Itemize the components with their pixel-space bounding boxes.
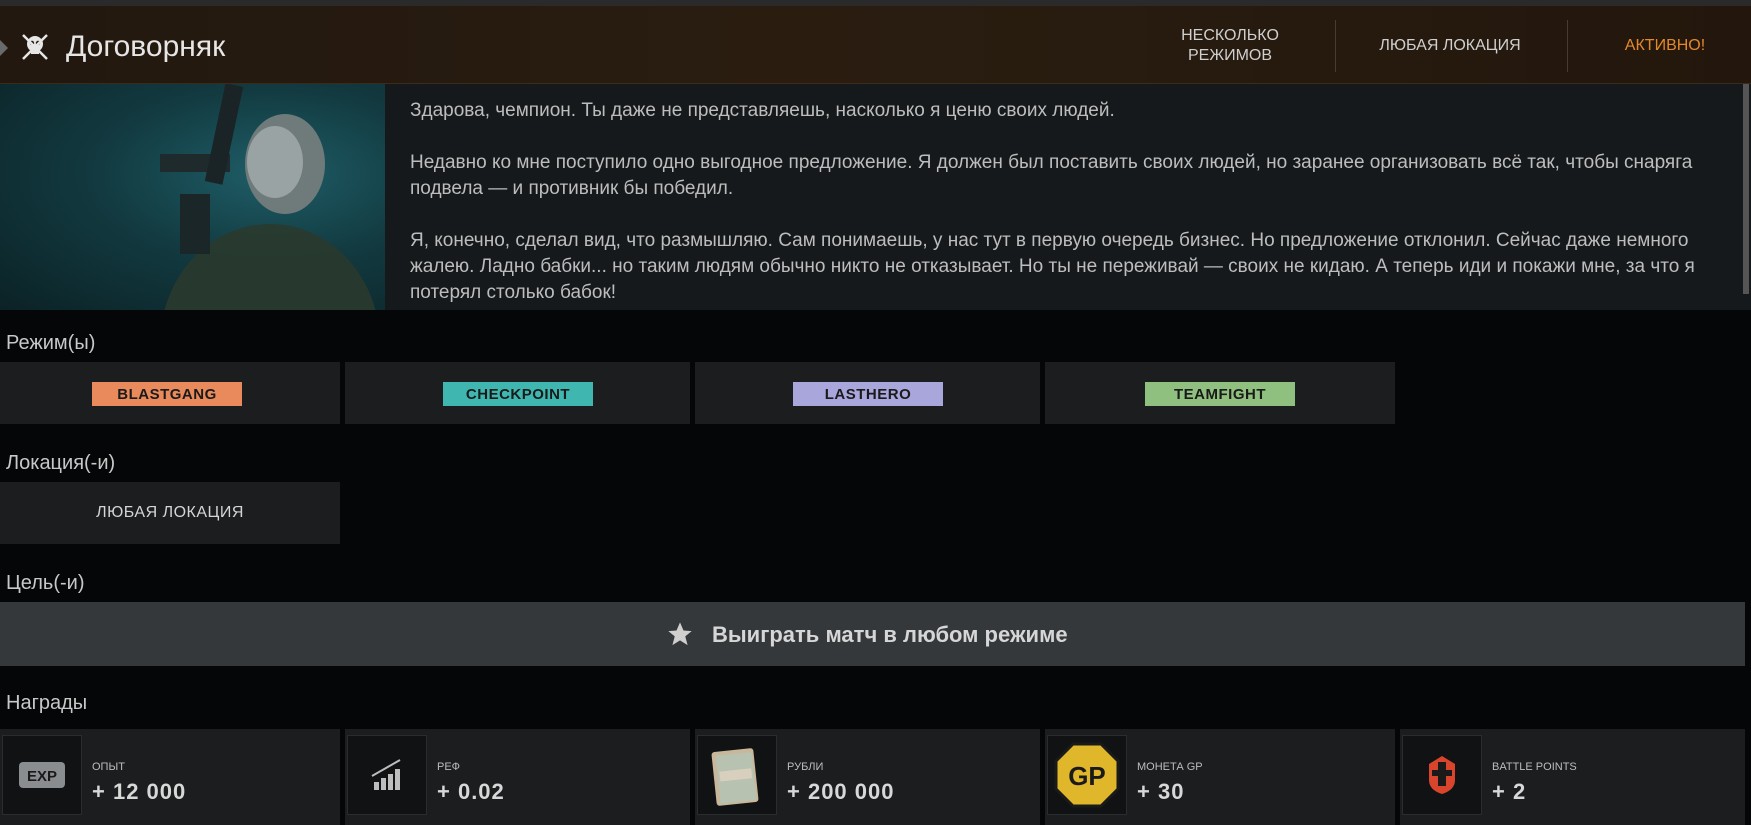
goal-label: Цель(-и) [6,572,85,594]
reward-value: + 2 [1492,779,1527,804]
contract-title: Договорняк [66,30,226,63]
reward-item: EXP ОПЫТ + 12 000 [0,729,340,825]
header-status: АКТИВНО! [1624,37,1706,54]
description-paragraph: Я, конечно, сделал вид, что размышляю. С… [410,230,1695,303]
battle-points-icon [1402,735,1482,815]
reward-value: + 30 [1137,779,1185,804]
goal-text: Выиграть матч в любом режиме [712,622,1068,647]
reward-item: BATTLE POINTS + 2 [1400,729,1745,825]
contract-character-image [0,84,385,310]
reward-item: GP МОНЕТА GP + 30 [1045,729,1395,825]
reward-value: + 12 000 [92,779,187,804]
mode-cell: BLASTGANG [0,362,340,424]
mode-cell: CHECKPOINT [345,362,690,424]
contract-description-text: Здарова, чемпион. Ты даже не представляе… [410,98,1740,303]
svg-text:GP: GP [1068,761,1106,791]
contract-header: Договорняк НЕСКОЛЬКО РЕЖИМОВ ЛЮБАЯ ЛОКАЦ… [0,6,1751,84]
skull-icon [22,34,48,60]
reward-value: + 0.02 [437,779,505,804]
location-label: Локация(-и) [6,452,116,474]
reward-label: РУБЛИ [787,761,824,773]
description-paragraph: Недавно ко мне поступило одно выгодное п… [410,152,1693,199]
mode-tag-blastgang: BLASTGANG [92,382,242,406]
description-paragraph: Здарова, чемпион. Ты даже не представляе… [410,100,1115,121]
header-location: ЛЮБАЯ ЛОКАЦИЯ [1379,37,1521,54]
reward-item: РУБЛИ + 200 000 [695,729,1040,825]
header-divider [1335,20,1336,72]
reward-label: BATTLE POINTS [1492,761,1577,773]
location-cell: ЛЮБАЯ ЛОКАЦИЯ [0,482,340,544]
svg-text:EXP: EXP [27,768,57,785]
reward-item: РЕФ + 0.02 [345,729,690,825]
mode-tag-checkpoint: CHECKPOINT [443,382,593,406]
gp-coin-icon: GP [1047,735,1127,815]
reward-label: МОНЕТА GP [1137,761,1203,773]
star-icon [668,622,692,646]
rewards-label: Награды [6,692,88,714]
description-scrollbar[interactable] [1743,84,1749,294]
mode-cell: LASTHERO [695,362,1040,424]
header-modes: НЕСКОЛЬКО РЕЖИМОВ [1181,27,1279,64]
mode-tag-teamfight: TEAMFIGHT [1145,382,1295,406]
contract-description-panel: Здарова, чемпион. Ты даже не представляе… [0,84,1751,310]
mode-tag-lasthero: LASTHERO [793,382,943,406]
reward-value: + 200 000 [787,779,895,804]
location-value: ЛЮБАЯ ЛОКАЦИЯ [96,504,244,521]
ref-icon [347,735,427,815]
reward-label: РЕФ [437,761,461,773]
goal-row: Выиграть матч в любом режиме [0,602,1745,666]
rubles-icon [697,735,777,815]
modes-label: Режим(ы) [6,332,96,354]
collapse-arrow-icon[interactable] [0,40,8,56]
exp-icon: EXP [2,735,82,815]
header-divider [1567,20,1568,72]
reward-label: ОПЫТ [92,761,125,773]
mode-cell: TEAMFIGHT [1045,362,1395,424]
